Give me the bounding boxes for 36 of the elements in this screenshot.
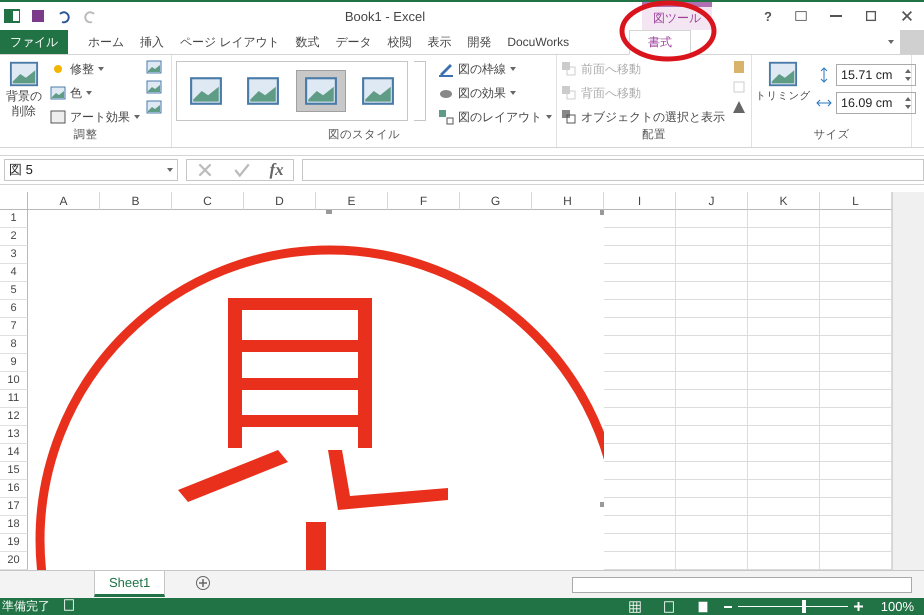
height-field[interactable]: 15.71 cm — [836, 64, 916, 86]
column-header[interactable]: I — [604, 192, 676, 210]
ribbon-tab[interactable]: 開発 — [459, 30, 500, 54]
ribbon-tab[interactable]: 書式 — [629, 30, 692, 55]
ribbon-tab[interactable]: ページ レイアウト — [172, 30, 288, 54]
ribbon-button[interactable]: 図のレイアウト — [438, 107, 552, 127]
ribbon-button[interactable]: 図の枠線 — [438, 59, 552, 79]
ribbon-tab[interactable]: 表示 — [419, 30, 460, 54]
crop-button[interactable]: トリミング — [756, 59, 810, 127]
window-title: Book1 - Excel — [344, 8, 426, 24]
insert-function-button[interactable]: fx — [270, 160, 284, 180]
group-label: 調整 — [72, 128, 98, 143]
name-box[interactable]: 図 5 — [4, 159, 178, 181]
ribbon-button[interactable]: オブジェクトの選択と表示 — [561, 107, 725, 127]
ribbon-tab[interactable]: ホーム — [80, 30, 132, 54]
ribbon-button[interactable]: 色 — [50, 83, 140, 103]
ribbon-button[interactable]: 図の効果 — [438, 83, 552, 103]
group-label: サイズ — [812, 128, 850, 143]
ribbon-tab[interactable]: 数式 — [287, 30, 328, 54]
remove-background-button[interactable]: 背景の 削除 — [4, 59, 44, 127]
width-field[interactable]: 16.09 cm — [836, 92, 916, 114]
column-header[interactable]: K — [748, 192, 820, 210]
sheet-tab[interactable]: Sheet1 — [94, 570, 166, 596]
help-button[interactable]: ? — [764, 8, 772, 24]
group-label: 図のスタイル — [327, 128, 401, 143]
group-label: 配置 — [641, 128, 667, 143]
ribbon-tab[interactable]: 挿入 — [132, 30, 172, 54]
ribbon-tab[interactable]: DocuWorks — [499, 30, 578, 54]
column-header[interactable]: J — [676, 192, 748, 210]
ribbon-button[interactable]: アート効果 — [50, 107, 140, 127]
ribbon-button[interactable]: 修整 — [50, 59, 140, 79]
ribbon-tab[interactable]: データ — [327, 30, 380, 54]
ribbon-tab[interactable]: ファイル — [0, 30, 68, 54]
zoom-level[interactable]: 100% — [880, 599, 914, 614]
ribbon-tab[interactable]: 校閲 — [379, 30, 420, 54]
status-text: 準備完了 — [2, 598, 50, 615]
